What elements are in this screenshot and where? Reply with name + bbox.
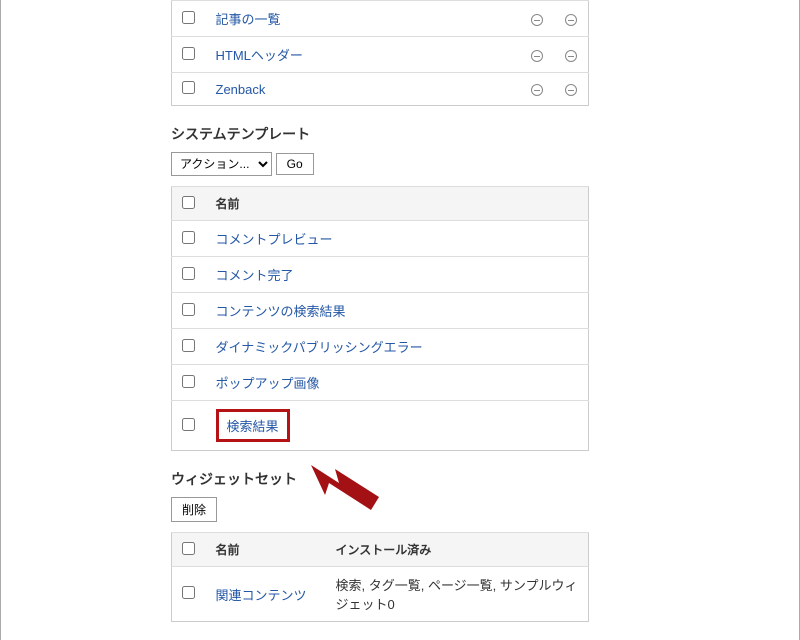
widget-col-name: 名前 <box>206 533 326 567</box>
template-link[interactable]: ダイナミックパブリッシングエラー <box>216 340 423 355</box>
template-link[interactable]: 記事の一覧 <box>216 12 281 27</box>
row-checkbox[interactable] <box>182 586 195 599</box>
template-link[interactable]: ポップアップ画像 <box>216 376 320 391</box>
widget-select-all-checkbox[interactable] <box>182 542 195 555</box>
delete-button[interactable]: 削除 <box>171 497 217 522</box>
top-templates-table: 記事の一覧 HTMLヘッダー Zenback <box>171 0 589 106</box>
table-row: ポップアップ画像 <box>172 365 589 401</box>
table-row: Zenback <box>172 73 589 106</box>
status-icon[interactable] <box>531 50 543 62</box>
row-checkbox[interactable] <box>182 303 195 316</box>
highlight-box: 検索結果 <box>216 409 290 442</box>
row-checkbox[interactable] <box>182 231 195 244</box>
status-icon[interactable] <box>565 14 577 26</box>
row-checkbox[interactable] <box>182 11 195 24</box>
table-row: 関連コンテンツ 検索, タグ一覧, ページ一覧, サンプルウィジェット0 <box>172 567 589 622</box>
select-all-checkbox[interactable] <box>182 196 195 209</box>
row-checkbox[interactable] <box>182 339 195 352</box>
status-icon[interactable] <box>531 14 543 26</box>
status-icon[interactable] <box>565 50 577 62</box>
status-icon[interactable] <box>531 84 543 96</box>
row-checkbox[interactable] <box>182 81 195 94</box>
table-row: コメント完了 <box>172 257 589 293</box>
row-checkbox[interactable] <box>182 47 195 60</box>
installed-text: 検索, タグ一覧, ページ一覧, サンプルウィジェット0 <box>326 567 589 622</box>
widget-col-installed: インストール済み <box>326 533 589 567</box>
widget-select-all-cell <box>172 533 206 567</box>
widget-set-table: 名前 インストール済み 関連コンテンツ 検索, タグ一覧, ページ一覧, サンプル… <box>171 532 589 622</box>
system-templates-heading: システムテンプレート <box>171 124 589 144</box>
table-row: 記事の一覧 <box>172 1 589 37</box>
table-row: コンテンツの検索結果 <box>172 293 589 329</box>
table-row: ダイナミックパブリッシングエラー <box>172 329 589 365</box>
widget-link[interactable]: 関連コンテンツ <box>216 588 307 603</box>
widget-set-heading: ウィジェットセット <box>171 469 589 489</box>
template-link[interactable]: Zenback <box>216 82 266 97</box>
table-row: 検索結果 <box>172 401 589 451</box>
template-link[interactable]: HTMLヘッダー <box>216 48 303 63</box>
template-link[interactable]: コメントプレビュー <box>216 232 333 247</box>
system-templates-table: 名前 コメントプレビューコメント完了コンテンツの検索結果ダイナミックパブリッシン… <box>171 186 589 451</box>
table-row: HTMLヘッダー <box>172 37 589 73</box>
template-link[interactable]: 検索結果 <box>227 419 279 434</box>
template-link[interactable]: コンテンツの検索結果 <box>216 304 346 319</box>
template-link[interactable]: コメント完了 <box>216 268 294 283</box>
go-button[interactable]: Go <box>276 153 314 175</box>
select-all-cell <box>172 187 206 221</box>
row-checkbox[interactable] <box>182 418 195 431</box>
table-row: コメントプレビュー <box>172 221 589 257</box>
action-select[interactable]: アクション... <box>171 152 272 176</box>
row-checkbox[interactable] <box>182 375 195 388</box>
row-checkbox[interactable] <box>182 267 195 280</box>
column-header-name: 名前 <box>206 187 589 221</box>
status-icon[interactable] <box>565 84 577 96</box>
